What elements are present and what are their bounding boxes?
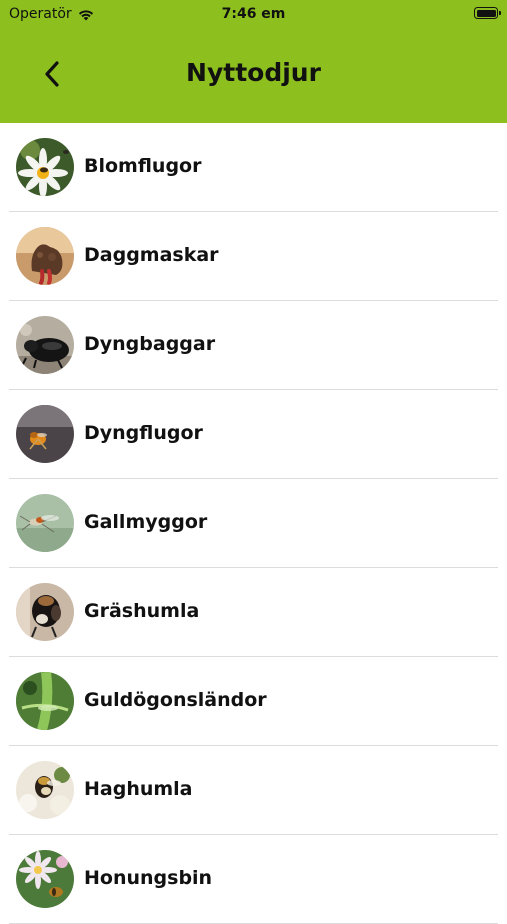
battery-level [476,9,496,17]
daggmaskar-thumbnail [16,227,74,285]
battery-icon [474,7,501,19]
dyngbaggar-thumbnail [16,316,74,374]
blomflugor-thumbnail [16,138,74,196]
status-bar: Operatör 7:46 em [0,0,507,28]
list-item-dyngflugor[interactable]: Dyngflugor [0,390,507,479]
haghumla-thumbnail [16,761,74,819]
page-title: Nyttodjur [186,58,321,87]
grashumla-thumbnail [16,583,74,641]
list-item-label: Gräshumla [84,600,200,622]
list-item-label: Blomflugor [84,155,202,177]
list-item-dyngbaggar[interactable]: Dyngbaggar [0,301,507,390]
list-item-guldogonslandor[interactable]: Guldögonsländor [0,657,507,746]
status-time: 7:46 em [221,6,286,22]
dyngflugor-thumbnail [16,405,74,463]
navigation-header: Operatör 7:46 em Nyttodjur [0,0,507,123]
list-item-label: Daggmaskar [84,244,219,266]
list-item-label: Honungsbin [84,867,213,889]
guldogonslandor-thumbnail [16,672,74,730]
list-item-grashumla[interactable]: Gräshumla [0,568,507,657]
honungsbin-thumbnail [16,850,74,908]
list-item-label: Guldögonsländor [84,689,267,711]
list-item-honungsbin[interactable]: Honungsbin [0,835,507,924]
list-item-label: Dyngbaggar [84,333,216,355]
gallmyggor-thumbnail [16,494,74,552]
list-item-daggmaskar[interactable]: Daggmaskar [0,212,507,301]
list-item-blomflugor[interactable]: Blomflugor [0,123,507,212]
list-item-label: Gallmyggor [84,511,208,533]
list-item-label: Dyngflugor [84,422,203,444]
species-list: Blomflugor Daggmaskar Dyngbaggar Dyngflu… [0,123,507,924]
list-item-label: Haghumla [84,778,193,800]
list-item-haghumla[interactable]: Haghumla [0,746,507,835]
list-item-gallmyggor[interactable]: Gallmyggor [0,479,507,568]
